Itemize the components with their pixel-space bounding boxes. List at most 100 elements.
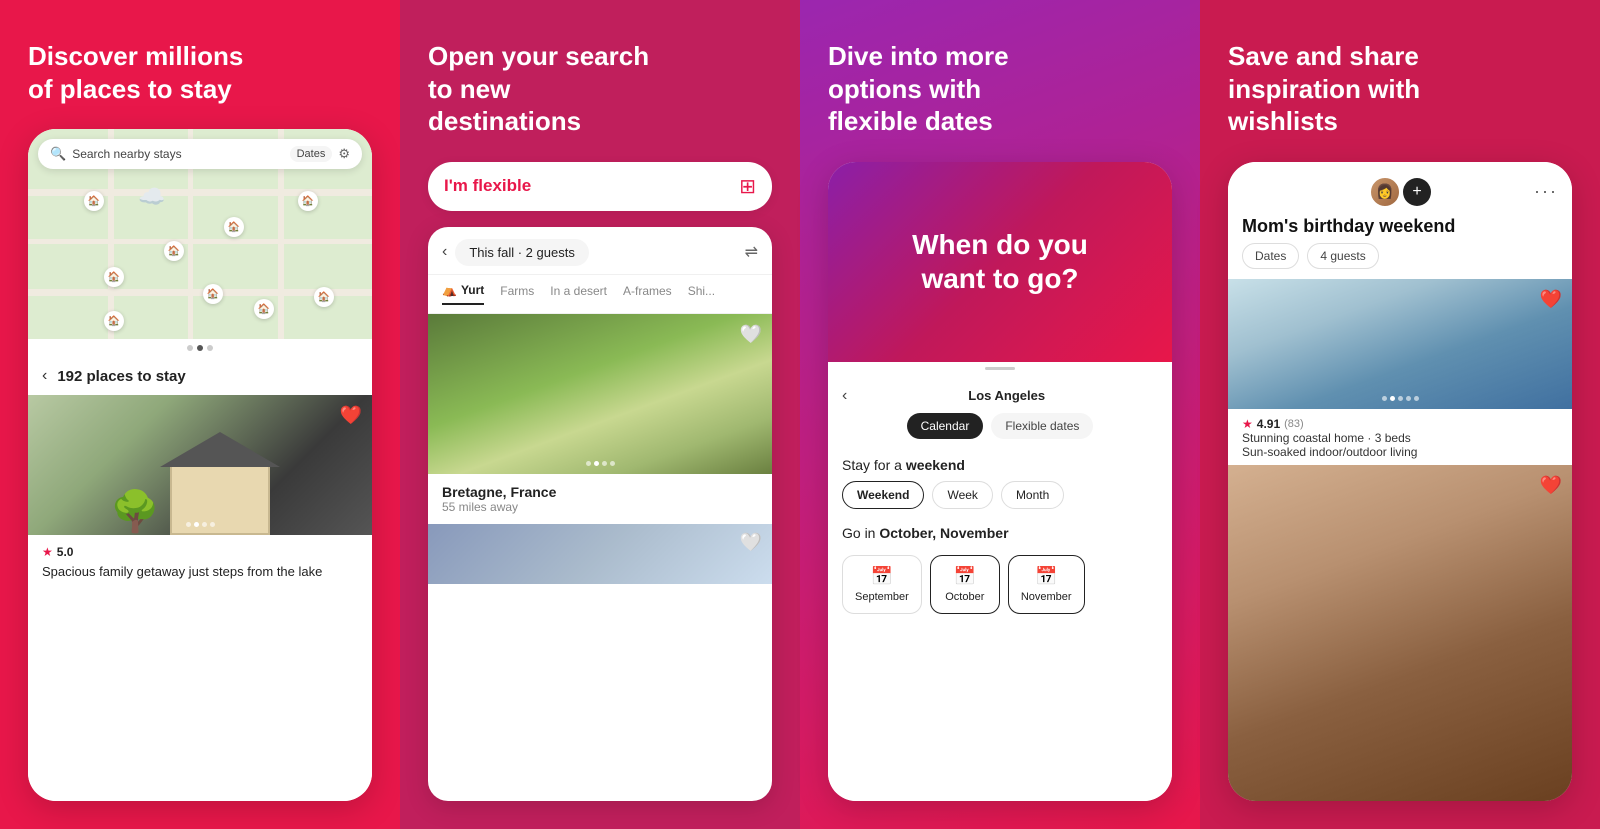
wishlist-card-2: ❤️ — [1228, 465, 1572, 802]
go-label: Go in October, November — [828, 519, 1172, 547]
stay-label: Stay for a weekend — [828, 449, 1172, 481]
wishlist-title: Mom's birthday weekend — [1228, 216, 1572, 243]
img-dot — [1414, 396, 1419, 401]
property-description: Spacious family getaway just steps from … — [42, 563, 358, 581]
heart-button[interactable]: ❤️ — [340, 405, 362, 426]
image-dots — [28, 522, 372, 527]
wishlist-card-1: ❤️ ★ 4.91 (83) Stunning coastal home · 3… — [1228, 279, 1572, 465]
avatar-group: 👩 + — [1369, 176, 1431, 208]
img-dot — [210, 522, 215, 527]
listing-distance: 55 miles away — [442, 500, 758, 514]
tab-yurt[interactable]: ⛺ Yurt — [442, 283, 484, 305]
search-text: Search nearby stays — [72, 147, 283, 161]
map-pin: 🏠 — [314, 287, 334, 307]
panel-2-title: Open your search to new destinations — [428, 40, 668, 138]
aframes-label: A-frames — [623, 284, 672, 298]
img-dot — [1406, 396, 1411, 401]
month-october[interactable]: 📅 October — [930, 555, 1000, 614]
avatar: 👩 — [1369, 176, 1401, 208]
coastal-image — [1228, 279, 1572, 409]
img-dot — [186, 522, 191, 527]
wishlist-info-1: ★ 4.91 (83) Stunning coastal home · 3 be… — [1228, 409, 1572, 465]
filter-icon-2[interactable]: ⇌ — [745, 242, 758, 262]
add-avatar-button[interactable]: + — [1403, 178, 1431, 206]
listing-img-dots — [428, 461, 772, 466]
when-line2: want to go? — [921, 263, 1078, 294]
grid-icon: ⊞ — [739, 174, 756, 199]
dates-tag[interactable]: Dates — [1242, 243, 1299, 269]
tab-aframes[interactable]: A-frames — [623, 283, 672, 305]
wishlist-image-1: ❤️ — [1228, 279, 1572, 409]
november-label: November — [1021, 591, 1072, 603]
phone2-header: ‹ This fall · 2 guests ⇌ — [428, 227, 772, 275]
tab-desert[interactable]: In a desert — [550, 283, 607, 305]
scroll-indicator — [28, 339, 372, 357]
map-area: 🏠 🏠 🏠 🏠 🏠 🏠 🏠 🏠 🏠 ☁️ 🔍 Search nearby sta… — [28, 129, 372, 339]
wishlist-image-2: ❤️ — [1228, 465, 1572, 802]
map-pin: 🏠 — [224, 217, 244, 237]
filter-icon[interactable]: ⚙ — [338, 146, 350, 162]
property-image: 🌳 ❤️ — [28, 395, 372, 535]
more-menu: ··· — [1431, 181, 1558, 202]
wishlist-heart-1[interactable]: ❤️ — [1540, 289, 1562, 310]
panel-2: Open your search to new destinations I'm… — [400, 0, 800, 829]
gradient-header: When do you want to go? — [828, 162, 1172, 362]
back-button[interactable]: ‹ — [42, 367, 47, 385]
flexible-bar[interactable]: I'm flexible ⊞ — [428, 162, 772, 211]
when-line1: When do you — [912, 229, 1088, 260]
calendar-icon-oct: 📅 — [954, 566, 976, 587]
dates-button[interactable]: Dates — [290, 146, 333, 162]
listing-name: Bretagne, France — [442, 484, 758, 500]
guests-tag[interactable]: 4 guests — [1307, 243, 1378, 269]
week-btn[interactable]: Week — [932, 481, 992, 509]
cal-back-btn[interactable]: ‹ — [842, 387, 847, 405]
star-icon: ★ — [42, 545, 53, 559]
back-button-2[interactable]: ‹ — [442, 243, 447, 261]
calendar-icon-sep: 📅 — [871, 566, 893, 587]
rating-number: 5.0 — [57, 545, 74, 559]
property-info: ★ 5.0 Spacious family getaway just steps… — [28, 535, 372, 591]
month-btn[interactable]: Month — [1001, 481, 1064, 509]
tab-flexible[interactable]: Flexible dates — [991, 413, 1093, 439]
scroll-dot — [207, 345, 213, 351]
wl-rating: ★ 4.91 (83) — [1242, 417, 1558, 431]
second-listing-heart[interactable]: 🤍 — [740, 532, 762, 553]
weekend-btn[interactable]: Weekend — [842, 481, 924, 509]
month-november[interactable]: 📅 November — [1008, 555, 1085, 614]
wishlist-tags: Dates 4 guests — [1228, 243, 1572, 279]
map-pin: 🏠 — [164, 241, 184, 261]
listing-heart[interactable]: 🤍 — [740, 324, 762, 345]
property-name: Stunning coastal home · 3 beds — [1242, 431, 1558, 445]
search-bar[interactable]: 🔍 Search nearby stays Dates ⚙ — [38, 139, 362, 169]
tab-more[interactable]: Shi... — [688, 283, 715, 305]
map-background: 🏠 🏠 🏠 🏠 🏠 🏠 🏠 🏠 🏠 ☁️ 🔍 Search nearby sta… — [28, 129, 372, 339]
listing-info: Bretagne, France 55 miles away — [428, 474, 772, 524]
more-label: Shi... — [688, 284, 715, 298]
listing-image: 🤍 — [428, 314, 772, 474]
more-button[interactable]: ··· — [1534, 181, 1558, 202]
map-pin: 🏠 — [203, 284, 223, 304]
farms-label: Farms — [500, 284, 534, 298]
second-listing: 🤍 — [428, 524, 772, 584]
panel-4: Save and share inspiration with wishlist… — [1200, 0, 1600, 829]
tab-calendar[interactable]: Calendar — [907, 413, 984, 439]
panel-1: Discover millions of places to stay 🏠 🏠 … — [0, 0, 400, 829]
scroll-dot — [187, 345, 193, 351]
img-dot — [202, 522, 207, 527]
phone-3: When do you want to go? ‹ Los Angeles Ca… — [828, 162, 1172, 802]
phone-1: 🏠 🏠 🏠 🏠 🏠 🏠 🏠 🏠 🏠 ☁️ 🔍 Search nearby sta… — [28, 129, 372, 801]
map-pin: 🏠 — [254, 299, 274, 319]
month-pills: 📅 September 📅 October 📅 November — [828, 547, 1172, 622]
tab-farms[interactable]: Farms — [500, 283, 534, 305]
panel-4-title: Save and share inspiration with wishlist… — [1228, 40, 1468, 138]
calendar-header: ‹ Los Angeles — [828, 375, 1172, 413]
flexible-label: I'm flexible — [444, 176, 531, 196]
desert-label: In a desert — [550, 284, 607, 298]
rating: ★ 5.0 — [42, 545, 358, 559]
search-params-pill[interactable]: This fall · 2 guests — [455, 239, 589, 266]
places-count: 192 places to stay — [57, 368, 185, 385]
wishlist-heart-2[interactable]: ❤️ — [1540, 475, 1562, 496]
wl-img-dots — [1228, 396, 1572, 401]
month-september[interactable]: 📅 September — [842, 555, 922, 614]
img-dot — [1382, 396, 1387, 401]
